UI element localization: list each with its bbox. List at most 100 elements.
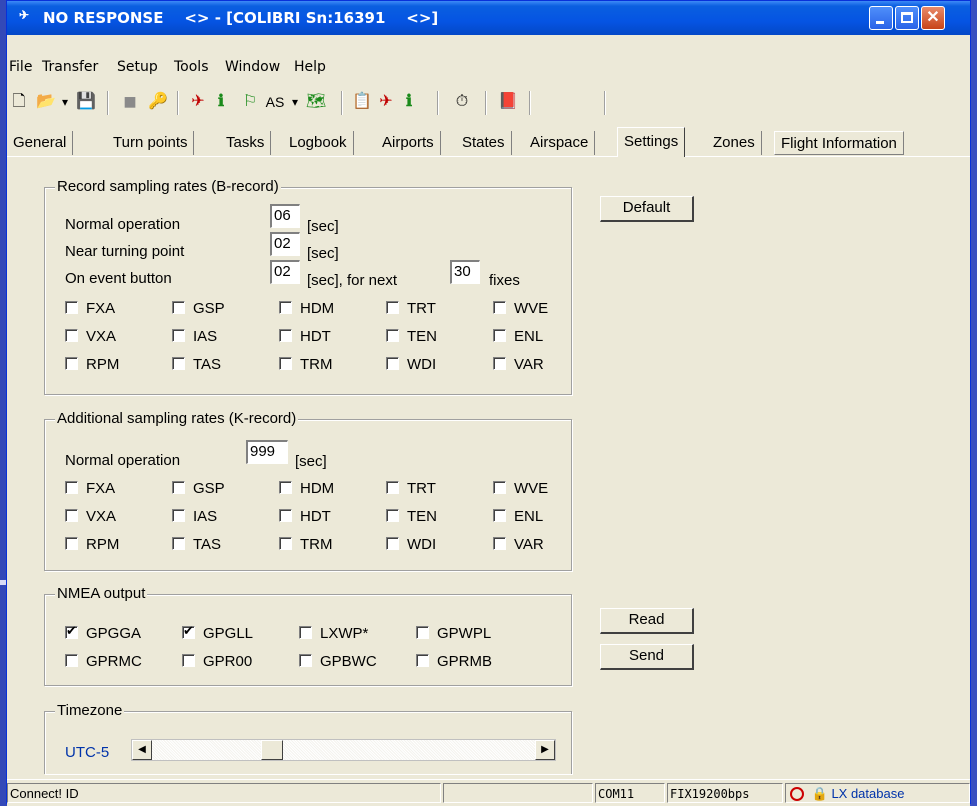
checkbox-box[interactable] [65, 537, 78, 550]
info-icon[interactable]: ℹ [211, 91, 231, 113]
timezone-slider[interactable]: ◀ ▶ [131, 739, 556, 761]
b-record-checkbox-wve[interactable]: WVE [493, 300, 548, 318]
nmea-checkbox-gprmc[interactable]: GPRMC [65, 653, 142, 671]
checkbox-box[interactable] [172, 509, 185, 522]
checkbox-box[interactable] [386, 481, 399, 494]
b-record-checkbox-ten[interactable]: TEN [386, 328, 437, 346]
tab-settings[interactable]: Settings [617, 127, 686, 157]
checkbox-box[interactable] [172, 357, 185, 370]
b-record-checkbox-hdt[interactable]: HDT [279, 328, 331, 346]
nmea-checkbox-gpr00[interactable]: GPR00 [182, 653, 252, 671]
checkbox-box[interactable] [493, 481, 506, 494]
checkbox-box[interactable] [65, 481, 78, 494]
checkbox-box[interactable] [386, 537, 399, 550]
checkbox-box[interactable] [279, 301, 292, 314]
title-bar[interactable]: ✈ NO RESPONSE <> - [COLIBRI Sn:16391 <>]… [7, 1, 970, 35]
checkbox-box[interactable] [279, 537, 292, 550]
menu-setup[interactable]: Setup [117, 59, 158, 75]
b-record-checkbox-rpm[interactable]: RPM [65, 356, 119, 374]
k-record-checkbox-gsp[interactable]: GSP [172, 480, 225, 498]
k-record-checkbox-fxa[interactable]: FXA [65, 480, 115, 498]
menu-window[interactable]: Window [225, 59, 280, 75]
send-button[interactable]: Send [600, 644, 694, 670]
as-icon[interactable]: AS [263, 91, 287, 113]
nmea-checkbox-gpgll[interactable]: GPGLL [182, 623, 253, 643]
k-record-checkbox-ias[interactable]: IAS [172, 508, 217, 526]
checkbox-box[interactable] [493, 357, 506, 370]
checkbox-box[interactable] [65, 623, 78, 639]
fixes-count-field[interactable]: 30 [450, 260, 480, 284]
menu-tools[interactable]: Tools [174, 59, 209, 75]
new-file-icon[interactable]: 🗋 [9, 91, 29, 113]
b-record-checkbox-gsp[interactable]: GSP [172, 300, 225, 318]
checkbox-box[interactable] [416, 626, 429, 639]
b-record-checkbox-vxa[interactable]: VXA [65, 328, 116, 346]
b-record-checkbox-ias[interactable]: IAS [172, 328, 217, 346]
checkbox-box[interactable] [386, 329, 399, 342]
checkbox-box[interactable] [493, 509, 506, 522]
nmea-checkbox-gpgga[interactable]: GPGGA [65, 623, 141, 643]
checkbox-box[interactable] [493, 301, 506, 314]
nmea-checkbox-gprmb[interactable]: GPRMB [416, 653, 492, 671]
k-record-checkbox-trt[interactable]: TRT [386, 480, 436, 498]
close-button[interactable]: ✕ [921, 6, 945, 30]
stopwatch-icon[interactable]: ⏱ [451, 91, 473, 113]
checkbox-box[interactable] [386, 301, 399, 314]
map-icon[interactable]: 🗺 [305, 91, 327, 113]
scroll-right-icon[interactable]: ▶ [535, 740, 555, 760]
b-record-checkbox-trm[interactable]: TRM [279, 356, 333, 374]
checkbox-box[interactable] [182, 623, 195, 639]
nmea-checkbox-lxwp[interactable]: LXWP* [299, 625, 368, 643]
maximize-button[interactable] [895, 6, 919, 30]
checkbox-box[interactable] [65, 654, 78, 667]
timezone-slider-thumb[interactable] [261, 740, 283, 760]
b-record-checkbox-wdi[interactable]: WDI [386, 356, 436, 374]
checkbox-box[interactable] [493, 329, 506, 342]
tab-states[interactable]: States [456, 131, 512, 155]
nmea-checkbox-gpbwc[interactable]: GPBWC [299, 653, 377, 671]
info2-icon[interactable]: ℹ [399, 91, 419, 113]
checkbox-box[interactable] [279, 509, 292, 522]
b-record-checkbox-var[interactable]: VAR [493, 356, 544, 374]
book-icon[interactable]: 📕 [497, 91, 519, 113]
nmea-checkbox-gpwpl[interactable]: GPWPL [416, 625, 491, 643]
k-record-checkbox-var[interactable]: VAR [493, 536, 544, 554]
dropdown-arrow-icon[interactable]: ▾ [59, 91, 71, 113]
flight-tool-icon[interactable]: ✈ [187, 91, 209, 113]
checkbox-box[interactable] [386, 509, 399, 522]
checkbox-box[interactable] [279, 329, 292, 342]
near-turning-point-field[interactable]: 02 [270, 232, 300, 256]
b-record-checkbox-enl[interactable]: ENL [493, 328, 543, 346]
open-folder-icon[interactable]: 📂 [35, 91, 57, 113]
task-icon[interactable]: ⚐ [239, 91, 261, 113]
normal-operation-field[interactable]: 06 [270, 204, 300, 228]
read-button[interactable]: Read [600, 608, 694, 634]
checkbox-box[interactable] [65, 509, 78, 522]
b-record-checkbox-tas[interactable]: TAS [172, 356, 221, 374]
b-record-checkbox-fxa[interactable]: FXA [65, 300, 115, 318]
k-record-checkbox-wve[interactable]: WVE [493, 480, 548, 498]
checkbox-box[interactable] [65, 329, 78, 342]
checkbox-box[interactable] [172, 537, 185, 550]
checkbox-box[interactable] [279, 481, 292, 494]
menu-help[interactable]: Help [294, 59, 326, 75]
on-event-field[interactable]: 02 [270, 260, 300, 284]
checkbox-box[interactable] [299, 654, 312, 667]
b-record-checkbox-trt[interactable]: TRT [386, 300, 436, 318]
k-normal-operation-field[interactable]: 999 [246, 440, 288, 464]
tab-turn-points[interactable]: Turn points [107, 131, 195, 155]
checkbox-box[interactable] [493, 537, 506, 550]
checkbox-box[interactable] [172, 329, 185, 342]
minimize-button[interactable] [869, 6, 893, 30]
scroll-left-icon[interactable]: ◀ [132, 740, 152, 760]
checkbox-box[interactable] [416, 654, 429, 667]
dropdown-arrow-icon[interactable]: ▾ [289, 91, 301, 113]
checkbox-box[interactable] [65, 357, 78, 370]
save-icon[interactable]: 💾 [75, 91, 97, 113]
gray-square-icon[interactable]: ■ [119, 91, 141, 113]
k-record-checkbox-ten[interactable]: TEN [386, 508, 437, 526]
b-record-checkbox-hdm[interactable]: HDM [279, 300, 334, 318]
k-record-checkbox-tas[interactable]: TAS [172, 536, 221, 554]
checkbox-box[interactable] [182, 654, 195, 667]
menu-file[interactable]: File [9, 59, 32, 75]
